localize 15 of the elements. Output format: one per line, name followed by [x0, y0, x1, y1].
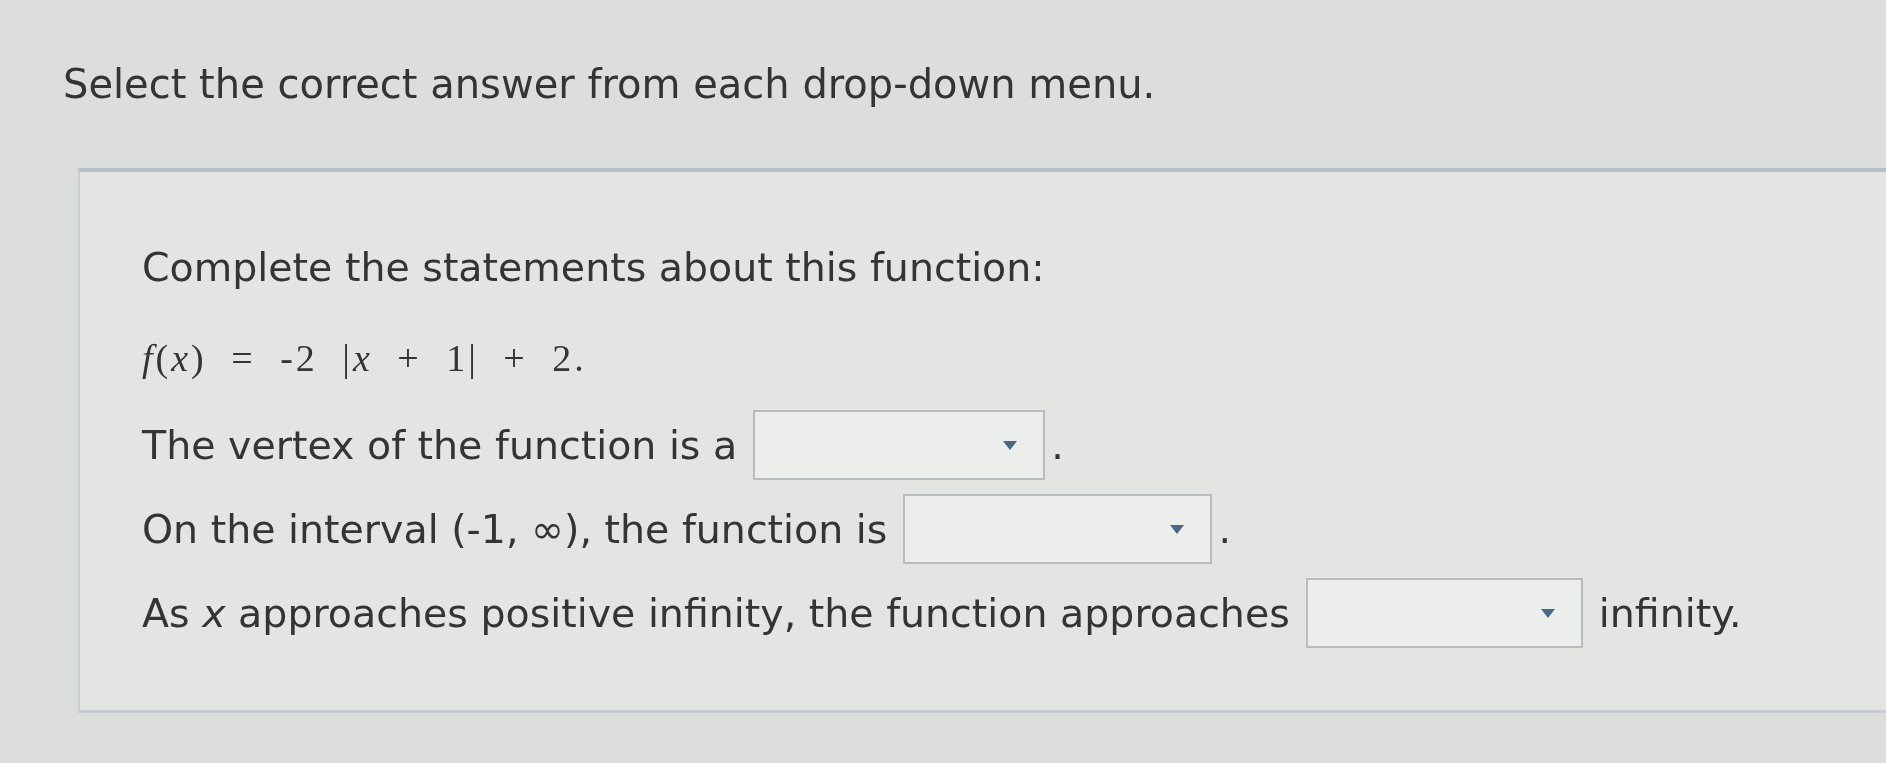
caret-icon — [1170, 524, 1185, 534]
statement-text: As x approaches positive infinity, the function approaches — [142, 590, 1290, 636]
statement-text: On the interval (-1, ∞), the function is — [142, 506, 888, 552]
statement-end-text: infinity. — [1598, 590, 1742, 636]
dropdown-menu[interactable] — [1305, 578, 1583, 648]
caret-icon — [1540, 608, 1555, 618]
statement-end-text: . — [1051, 422, 1064, 468]
caret-icon — [1003, 440, 1018, 450]
dropdown-menu[interactable] — [753, 410, 1046, 480]
equation-text: f(x) = -2 |x + 1| + 2. — [142, 336, 587, 381]
dropdown-menu[interactable] — [903, 494, 1213, 564]
statement-end-text: . — [1218, 506, 1231, 552]
statement-text: The vertex of the function is a — [142, 422, 738, 468]
prompt-text: Complete the statements about this function: — [142, 244, 1045, 290]
instruction-text: Select the correct answer from each drop-down menu. — [63, 61, 1156, 107]
